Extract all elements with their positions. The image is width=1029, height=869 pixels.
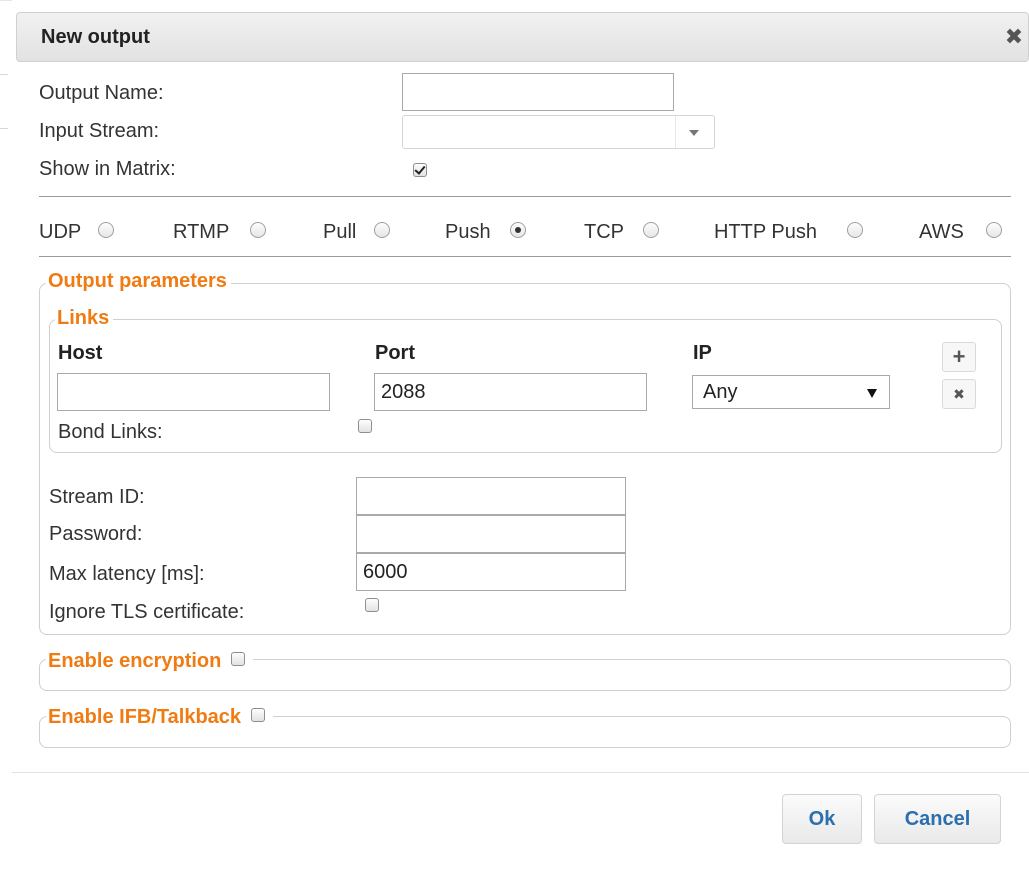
max-latency-input[interactable] [356,553,626,591]
ok-button[interactable]: Ok [782,794,862,844]
password-label: Password: [49,523,143,545]
password-input[interactable] [356,515,626,553]
protocol-push-label: Push [445,221,491,243]
chevron-down-icon[interactable] [675,116,714,148]
background-edge-tick [0,128,8,129]
protocol-tcp-label: TCP [584,221,624,243]
plus-icon: + [952,344,966,369]
remove-link-button[interactable]: ✖ [942,379,976,409]
footer-divider [12,772,1029,773]
protocol-http-push-label: HTTP Push [714,221,817,243]
ifb-legend-label: Enable IFB/Talkback [46,706,246,728]
show-in-matrix-checkbox[interactable] [413,163,427,177]
max-latency-label: Max latency [ms]: [49,563,205,585]
encryption-legend: Enable encryption [46,650,253,676]
protocol-aws-radio[interactable] [986,222,1002,238]
output-parameters-legend: Output parameters [46,270,231,293]
chevron-down-icon [867,389,877,398]
protocol-udp-label: UDP [39,221,82,243]
links-legend: Links [55,307,114,330]
stream-id-input[interactable] [356,477,626,515]
port-header: Port [375,342,415,364]
protocol-push-radio[interactable] [510,222,526,238]
bond-links-label: Bond Links: [58,421,163,443]
background-edge-tick [0,74,8,75]
add-link-button[interactable]: + [942,342,976,372]
dialog-title: New output [41,26,150,48]
ignore-tls-checkbox[interactable] [365,598,379,612]
bond-links-checkbox[interactable] [358,419,372,433]
divider [39,256,1011,257]
dialog-titlebar[interactable]: New output ✖ [16,12,1029,62]
ip-select[interactable]: Any [692,375,890,409]
ip-header: IP [693,342,712,364]
show-in-matrix-label: Show in Matrix: [39,158,176,180]
protocol-pull-radio[interactable] [374,222,390,238]
encryption-checkbox[interactable] [230,652,245,666]
protocol-udp-radio[interactable] [98,222,114,238]
input-stream-select[interactable] [402,115,715,149]
cancel-button[interactable]: Cancel [874,794,1001,844]
protocol-http-push-radio[interactable] [847,222,863,238]
output-name-label: Output Name: [39,82,164,104]
ignore-tls-label: Ignore TLS certificate: [49,601,245,623]
protocol-rtmp-radio[interactable] [250,222,266,238]
input-stream-label: Input Stream: [39,120,160,142]
close-icon[interactable]: ✖ [1002,25,1026,49]
ifb-legend: Enable IFB/Talkback [46,706,273,732]
ifb-checkbox[interactable] [250,708,265,722]
stream-id-label: Stream ID: [49,486,145,508]
port-input[interactable] [374,373,647,411]
protocol-tcp-radio[interactable] [643,222,659,238]
encryption-legend-label: Enable encryption [46,650,226,672]
protocol-rtmp-label: RTMP [173,221,230,243]
protocol-aws-label: AWS [919,221,964,243]
host-header: Host [58,342,103,364]
output-name-input[interactable] [402,73,674,111]
host-input[interactable] [57,373,330,411]
close-icon: ✖ [953,386,965,402]
new-output-dialog: New output ✖ Output Name: Input Stream: … [12,0,1029,869]
divider [39,196,1011,197]
protocol-pull-label: Pull [323,221,357,243]
ip-select-value: Any [703,381,738,403]
